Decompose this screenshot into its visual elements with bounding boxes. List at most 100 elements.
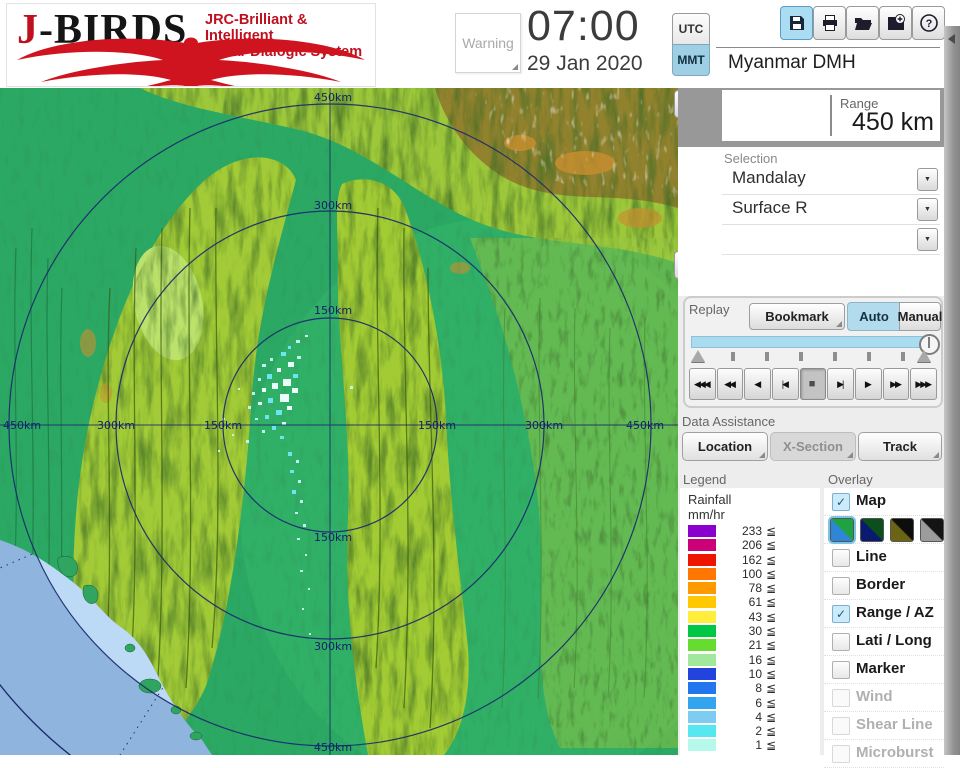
legend-value: 10 (748, 666, 762, 681)
map-style-blue-green[interactable] (828, 516, 856, 544)
svg-text:150km: 150km (418, 419, 456, 432)
forward-fastest-button[interactable]: ▶▶▶ (910, 368, 938, 400)
legend-panel: Rainfall mm/hr 233 ≦ 206 ≦ 162 ≦ 100 ≦ 78 ≦ 61 ≦ 43 ≦… (680, 488, 820, 755)
checkbox-icon[interactable] (832, 577, 850, 595)
map-style-gray-black[interactable] (920, 518, 944, 542)
less-equal-icon: ≦ (766, 695, 777, 710)
legend-color-swatch (688, 710, 716, 723)
checkbox-icon[interactable] (832, 549, 850, 567)
utc-toggle-button[interactable]: UTC (672, 13, 710, 45)
manual-button[interactable]: Manual (898, 302, 942, 331)
auto-button[interactable]: Auto (847, 302, 901, 331)
svg-text:450km: 450km (626, 419, 664, 432)
legend-color-swatch (688, 682, 716, 695)
map-style-olive-black[interactable] (890, 518, 914, 542)
rewind-fastest-button[interactable]: ◀◀◀ (689, 368, 716, 400)
map-style-navy-green[interactable] (860, 518, 884, 542)
app-header: J-BIRDS JRC-Brilliant & Intelligent Rada… (0, 0, 960, 88)
legend-unit: mm/hr (688, 507, 725, 522)
rewind-button[interactable]: ◀◀ (716, 368, 744, 400)
slider-end-marker[interactable] (917, 350, 931, 362)
less-equal-icon: ≦ (766, 652, 777, 667)
menu-corner-icon (759, 452, 765, 458)
less-equal-icon: ≦ (766, 666, 777, 681)
skip-end-button[interactable]: ▶| (827, 368, 855, 400)
save-button[interactable] (780, 6, 813, 40)
legend-row: 4 ≦ (680, 710, 820, 724)
legend-value: 8 (755, 681, 762, 696)
less-equal-icon: ≦ (766, 638, 777, 653)
checkbox-icon (832, 745, 850, 763)
checkbox-icon[interactable] (832, 661, 850, 679)
less-equal-icon: ≦ (766, 566, 777, 581)
legend-color-swatch (688, 725, 716, 738)
play-button[interactable]: ▶ (855, 368, 882, 400)
overlay-item-line[interactable]: Line (824, 544, 944, 572)
overlay-item-label: Microburst (856, 744, 934, 761)
open-file-button[interactable] (846, 6, 879, 40)
checkbox-icon (832, 689, 850, 707)
panel-scrollbar[interactable] (944, 26, 960, 755)
bookmark-button[interactable]: Bookmark (749, 303, 845, 330)
checkbox-checked-icon[interactable]: ✓ (832, 605, 850, 623)
xsection-button: X-Section (770, 432, 856, 461)
option-dropdown[interactable]: ▼ (722, 224, 940, 255)
legend-value: 1 (755, 738, 762, 753)
range-zone: Range 450 km (678, 88, 944, 147)
step-back-button[interactable]: ◀ (744, 368, 772, 400)
overlay-item-shear-line: Shear Line (824, 712, 944, 740)
radar-map[interactable]: 450km 300km 150km 150km 300km 450km 450k… (0, 88, 678, 755)
track-button[interactable]: Track (858, 432, 942, 461)
product-dropdown[interactable]: Surface R ▼ (722, 194, 940, 225)
less-equal-icon: ≦ (766, 709, 777, 724)
location-button[interactable]: Location (682, 432, 768, 461)
legend-value: 233 (741, 524, 762, 538)
legend-row: 43 ≦ (680, 610, 820, 624)
print-button[interactable] (813, 6, 846, 40)
svg-text:300km: 300km (525, 419, 563, 432)
chevron-down-icon[interactable]: ▼ (917, 198, 938, 221)
legend-row: 206 ≦ (680, 538, 820, 552)
collapse-arrow-icon[interactable] (948, 34, 955, 44)
slider-tick (799, 352, 803, 361)
skip-start-button[interactable]: |◀ (772, 368, 799, 400)
legend-value: 206 (741, 538, 762, 553)
overlay-item-map[interactable]: ✓ Map (824, 488, 944, 516)
station-title: Myanmar DMH (728, 52, 856, 73)
add-window-icon (887, 14, 905, 30)
legend-row: 21 ≦ (680, 638, 820, 652)
slider-start-marker[interactable] (691, 350, 705, 362)
overlay-item-lati-long[interactable]: Lati / Long (824, 628, 944, 656)
legend-label: Legend (683, 472, 727, 487)
overlay-item-label: Line (856, 548, 887, 565)
mmt-toggle-button[interactable]: MMT (672, 44, 710, 76)
product-dropdown-value: Surface R (732, 198, 808, 217)
map-style-swatches (824, 516, 944, 544)
chevron-down-icon[interactable]: ▼ (917, 168, 938, 191)
checkbox-icon (832, 717, 850, 735)
replay-slider-track[interactable] (691, 334, 940, 355)
less-equal-icon: ≦ (766, 624, 777, 639)
menu-corner-icon (933, 452, 939, 458)
replay-slider (691, 334, 940, 364)
legend-row: 162 ≦ (680, 553, 820, 567)
forward-button[interactable]: ▶▶ (882, 368, 910, 400)
print-icon (822, 15, 837, 31)
overlay-item-border[interactable]: Border (824, 572, 944, 600)
help-button[interactable]: ? (912, 6, 945, 40)
site-dropdown[interactable]: Mandalay ▼ (722, 164, 940, 195)
overlay-item-wind: Wind (824, 684, 944, 712)
legend-color-swatch (688, 567, 716, 580)
checkbox-icon[interactable] (832, 633, 850, 651)
export-button[interactable] (879, 6, 912, 40)
overlay-item-range-az[interactable]: ✓ Range / AZ (824, 600, 944, 628)
warning-button[interactable]: Warning (455, 13, 521, 73)
chevron-down-icon[interactable]: ▼ (917, 228, 938, 251)
legend-row: 61 ≦ (680, 595, 820, 609)
checkbox-checked-icon[interactable]: ✓ (832, 493, 850, 511)
overlay-item-marker[interactable]: Marker (824, 656, 944, 684)
svg-text:150km: 150km (314, 531, 352, 544)
legend-row: 233 ≦ (680, 524, 820, 538)
stop-button[interactable]: ■ (799, 368, 827, 400)
menu-corner-icon (847, 452, 853, 458)
